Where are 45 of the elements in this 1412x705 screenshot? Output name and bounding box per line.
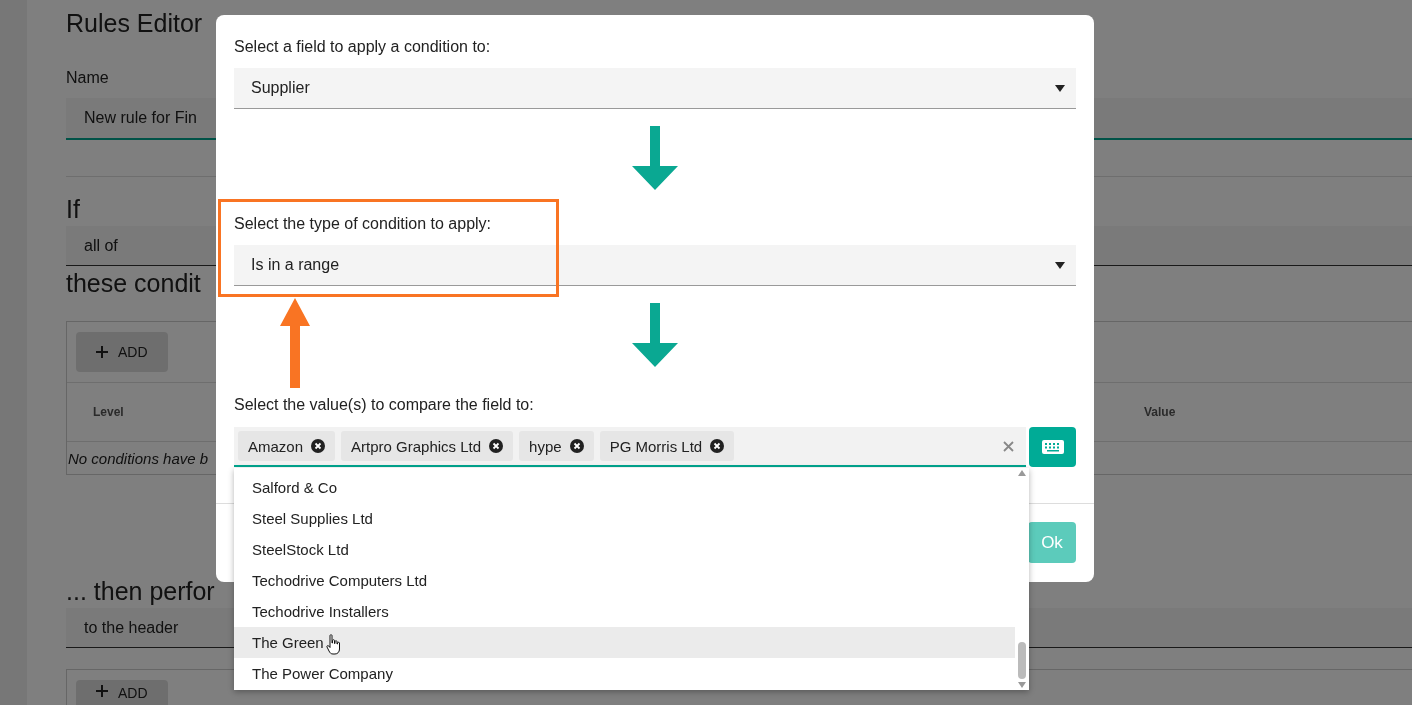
dropdown-caret-icon (1055, 261, 1065, 269)
add-button[interactable]: ADD (76, 680, 168, 705)
section-heading: If (66, 194, 80, 225)
field-label: Select the value(s) to compare the field to: (234, 395, 535, 415)
field-select[interactable]: Supplier (234, 68, 1076, 109)
scroll-up-icon[interactable] (1018, 470, 1026, 476)
remove-icon[interactable] (311, 439, 326, 453)
dropdown-option[interactable]: Techodrive Computers Ltd (234, 565, 1015, 596)
column-header: Level (93, 405, 124, 419)
dropdown-option[interactable]: The Power Company (234, 658, 1015, 689)
value-tag[interactable]: PG Morris Ltd (599, 431, 735, 461)
add-button[interactable]: ADD (76, 332, 168, 372)
dropdown-option[interactable]: Steel Supplies Ltd (234, 503, 1015, 534)
remove-icon[interactable] (569, 439, 584, 453)
page-title: Rules Editor (66, 8, 203, 39)
field-label: Name (66, 68, 110, 88)
field-label: Select the type of condition to apply: (234, 214, 493, 234)
remove-icon[interactable] (489, 439, 504, 453)
plus-icon (96, 346, 108, 358)
keyboard-button[interactable] (1029, 427, 1076, 467)
dropdown-option[interactable]: Salford & Co (234, 472, 1015, 503)
clear-icon[interactable] (1003, 440, 1014, 452)
dropdown-caret-icon (1055, 84, 1065, 92)
value-tag[interactable]: Artpro Graphics Ltd (341, 431, 514, 461)
keyboard-icon (1041, 440, 1064, 454)
column-header: Value (1144, 405, 1176, 419)
value-tag[interactable]: Amazon (238, 431, 336, 461)
hand-cursor-icon (326, 634, 340, 656)
value-tag[interactable]: hype (519, 431, 594, 461)
condition-type-select[interactable]: Is in a range (234, 245, 1076, 286)
field-label: Select a field to apply a condition to: (234, 37, 492, 57)
section-heading: these condit (66, 268, 201, 299)
down-arrow-icon (632, 303, 678, 367)
values-field[interactable]: Amazon Artpro Graphics Ltd hype PG Morris Ltd (234, 427, 1026, 467)
dropdown-option[interactable]: Techodrive Installers (234, 596, 1015, 627)
up-arrow-icon (280, 298, 310, 388)
dropdown-option[interactable]: The Green (234, 627, 1015, 658)
empty-message: No conditions have b (68, 449, 209, 467)
dropdown-option[interactable]: SteelStock Ltd (234, 534, 1015, 565)
remove-icon[interactable] (710, 439, 725, 453)
scroll-down-icon[interactable] (1018, 682, 1026, 688)
down-arrow-icon (632, 126, 678, 190)
plus-icon (96, 685, 108, 697)
scroll-thumb[interactable] (1018, 642, 1026, 679)
section-heading: ... then perfor (66, 576, 215, 607)
